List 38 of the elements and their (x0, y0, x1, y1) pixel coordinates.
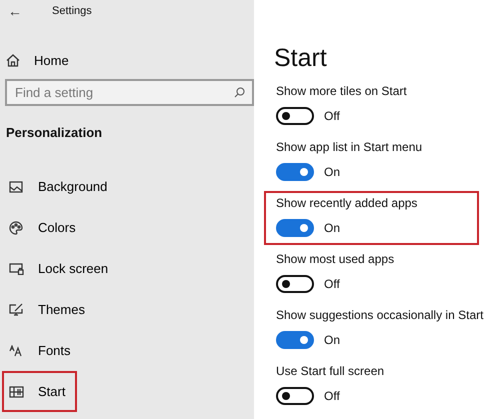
toggle-switch[interactable] (276, 331, 314, 349)
toggle-switch[interactable] (276, 387, 314, 405)
nav-item[interactable]: Background (2, 166, 120, 207)
toggle-switch[interactable] (276, 275, 314, 293)
nav-item[interactable]: Fonts (2, 330, 83, 371)
search-field[interactable]: Find a setting (5, 79, 254, 106)
section-heading: Personalization (6, 125, 104, 140)
back-button[interactable]: ← (6, 3, 24, 19)
page-title: Start (274, 44, 327, 73)
nav-item[interactable]: Lock screen (2, 248, 120, 289)
palette-icon (9, 220, 23, 234)
window-title: Settings (52, 5, 92, 17)
toggle-state: On (324, 221, 340, 235)
setting-label: Show suggestions occasionally in Start (276, 308, 484, 322)
toggle-state: Off (324, 389, 340, 403)
toggle-state: Off (324, 277, 340, 291)
setting-label: Show recently added apps (276, 196, 418, 210)
nav-item[interactable]: Start (2, 371, 78, 412)
setting-label: Show more tiles on Start (276, 84, 407, 98)
toggle-switch[interactable] (276, 107, 314, 125)
setting-label: Show most used apps (276, 252, 394, 266)
fonts-icon (9, 344, 23, 356)
nav-item[interactable]: Themes (2, 289, 97, 330)
brush-screen-icon (8, 303, 24, 316)
setting-label: Use Start full screen (276, 364, 384, 378)
start-tiles-icon (8, 386, 24, 398)
toggle-switch[interactable] (276, 219, 314, 237)
lock-screen-icon (8, 262, 24, 274)
toggle-state: On (324, 165, 340, 179)
search-icon (234, 87, 245, 98)
home-icon (6, 54, 20, 66)
picture-frame-icon (9, 180, 23, 192)
toggle-switch[interactable] (276, 163, 314, 181)
toggle-state: Off (324, 109, 340, 123)
home-link[interactable]: Home (6, 49, 73, 71)
toggle-state: On (324, 333, 340, 347)
setting-label: Show app list in Start menu (276, 140, 422, 154)
nav-item[interactable]: Colors (2, 207, 88, 248)
